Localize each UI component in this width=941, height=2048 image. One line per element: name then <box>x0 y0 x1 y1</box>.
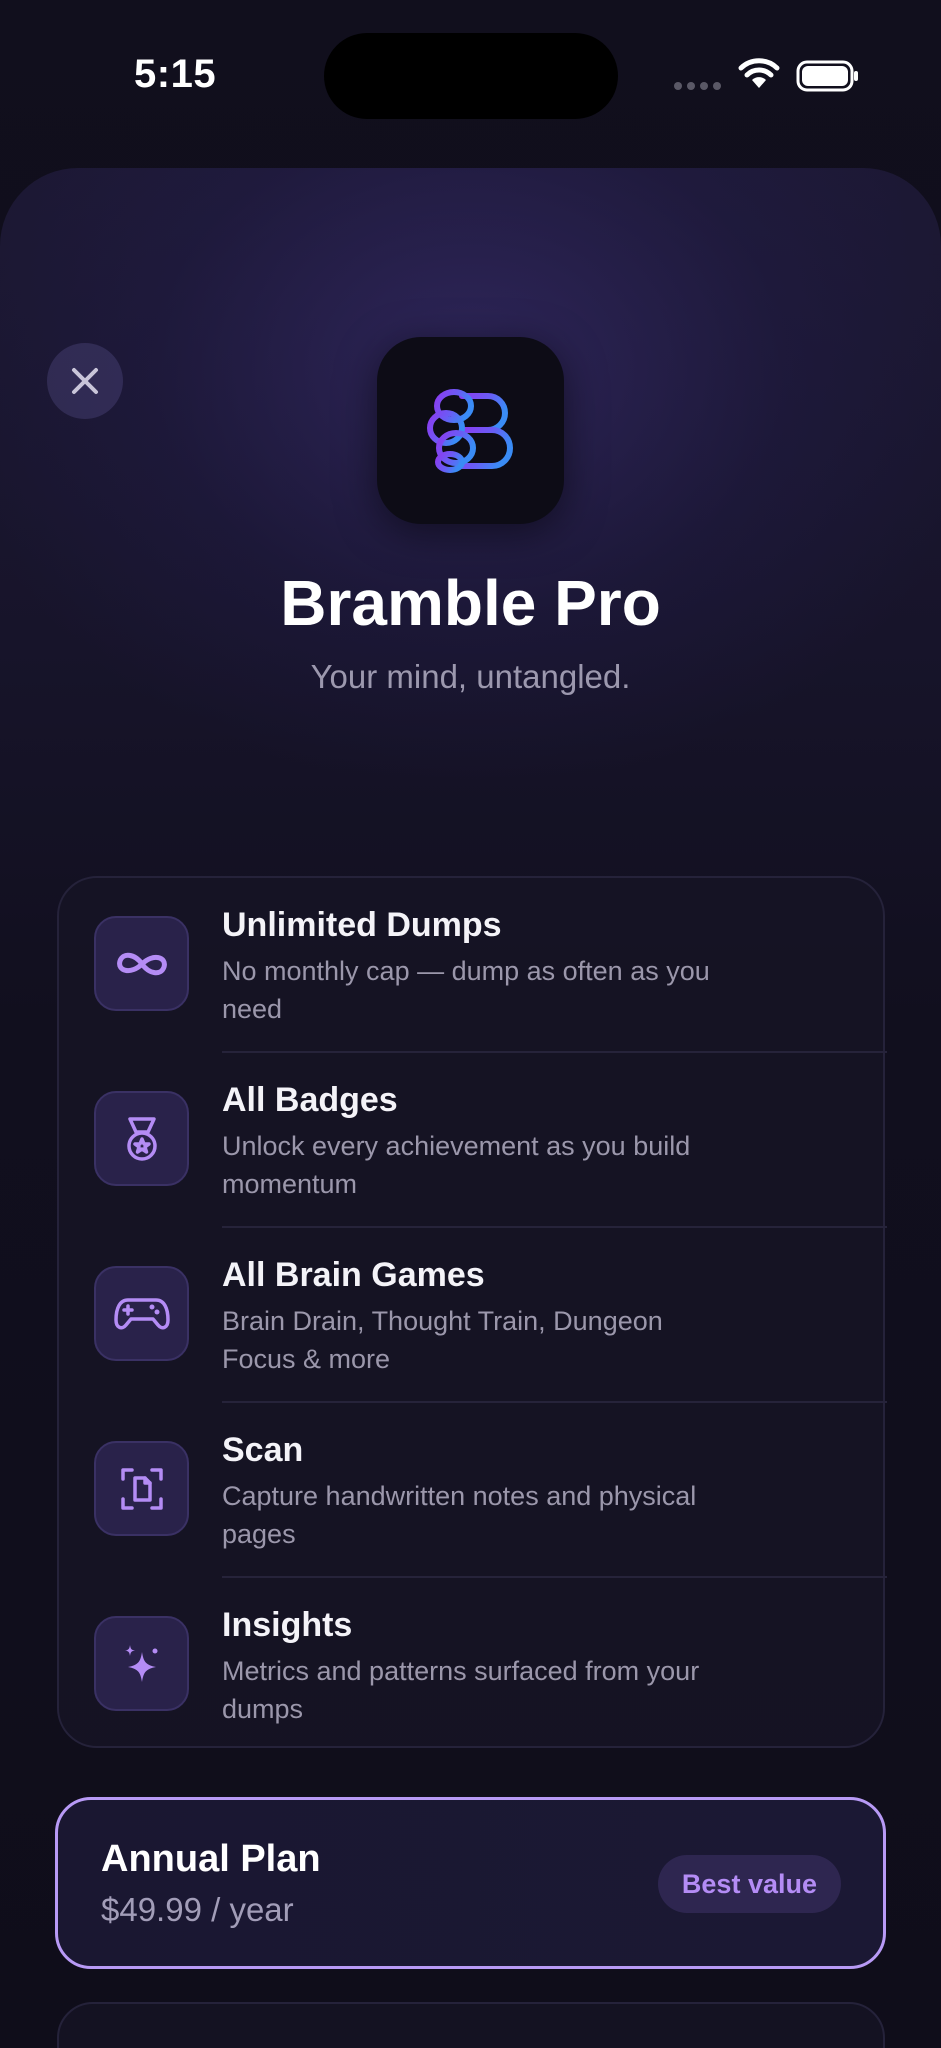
gamepad-icon <box>113 1297 170 1329</box>
sparkles-icon <box>124 1644 157 1682</box>
feature-description: Capture handwritten notes and physical p… <box>222 1481 697 1549</box>
plan-option-annual[interactable]: Annual Plan $49.99 / year Best value <box>55 1797 886 1969</box>
feature-all-brain-games: All Brain Games Brain Drain, Thought Tra… <box>59 1228 887 1403</box>
feature-unlimited-dumps: Unlimited Dumps No monthly cap — dump as… <box>59 878 887 1053</box>
best-value-badge: Best value <box>657 1855 841 1913</box>
dynamic-island <box>324 33 618 119</box>
scan-icon <box>120 1467 163 1510</box>
feature-insights: Insights Metrics and patterns surfaced f… <box>59 1578 887 1753</box>
plan-price: $49.99 / year <box>101 1891 294 1928</box>
infinity-icon <box>116 952 167 975</box>
plan-option-secondary[interactable] <box>57 2002 885 2048</box>
battery-icon <box>796 60 858 92</box>
feature-title: Unlimited Dumps <box>222 906 502 944</box>
feature-description: Metrics and patterns surfaced from your … <box>222 1656 700 1724</box>
paywall-screen: 5:15 Bramble Pro Your mind, untangled. U… <box>0 0 941 2048</box>
feature-title: Scan <box>222 1431 304 1469</box>
feature-scan: Scan Capture handwritten notes and physi… <box>59 1403 887 1578</box>
feature-list: Unlimited Dumps No monthly cap — dump as… <box>57 876 887 1748</box>
plan-name: Annual Plan <box>101 1838 321 1880</box>
close-button[interactable] <box>47 343 123 419</box>
feature-title: All Badges <box>222 1081 398 1119</box>
status-time: 5:15 <box>134 52 217 96</box>
feature-all-badges: All Badges Unlock every achievement as y… <box>59 1053 887 1228</box>
feature-title: Insights <box>222 1606 353 1644</box>
feature-title: All Brain Games <box>222 1256 485 1294</box>
wifi-icon <box>738 58 780 88</box>
page-subtitle: Your mind, untangled. <box>310 658 631 695</box>
app-icon <box>377 337 564 524</box>
feature-description: Brain Drain, Thought Train, Dungeon Focu… <box>222 1306 663 1374</box>
cellular-signal-icon <box>674 82 721 90</box>
bramble-logo <box>426 388 513 473</box>
page-title: Bramble Pro <box>280 567 661 639</box>
medal-icon <box>126 1116 157 1161</box>
feature-description: No monthly cap — dump as often as you ne… <box>222 956 710 1024</box>
feature-description: Unlock every achievement as you build mo… <box>222 1131 691 1199</box>
close-icon <box>72 368 98 394</box>
